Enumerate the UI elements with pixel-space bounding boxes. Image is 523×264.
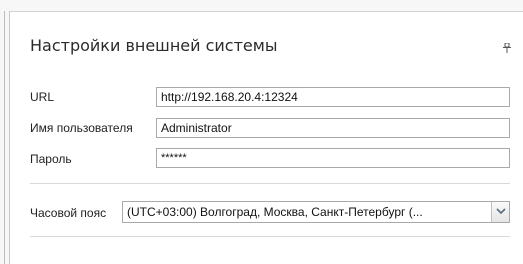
password-label: Пароль bbox=[30, 152, 72, 166]
section-divider-bottom bbox=[30, 236, 510, 237]
username-label: Имя пользователя bbox=[30, 121, 133, 135]
url-field[interactable]: http://192.168.20.4:12324 bbox=[156, 87, 510, 107]
username-field[interactable]: Administrator bbox=[156, 118, 510, 138]
pin-icon[interactable] bbox=[503, 42, 511, 53]
window-top-frame bbox=[0, 0, 523, 12]
chevron-down-icon[interactable] bbox=[491, 202, 509, 222]
timezone-label: Часовой пояс bbox=[30, 206, 107, 220]
splitter-line[interactable] bbox=[4, 11, 5, 264]
timezone-select[interactable]: (UTC+03:00) Волгоград, Москва, Санкт-Пет… bbox=[122, 201, 510, 223]
section-divider bbox=[30, 183, 510, 184]
url-label: URL bbox=[30, 90, 55, 104]
timezone-selected-value: (UTC+03:00) Волгоград, Москва, Санкт-Пет… bbox=[127, 205, 423, 219]
external-system-settings-panel: Настройки внешней системы URL http://192… bbox=[17, 17, 523, 264]
panel-title: Настройки внешней системы bbox=[30, 36, 278, 55]
password-field[interactable]: ****** bbox=[156, 148, 510, 168]
window-left-frame bbox=[0, 11, 10, 264]
